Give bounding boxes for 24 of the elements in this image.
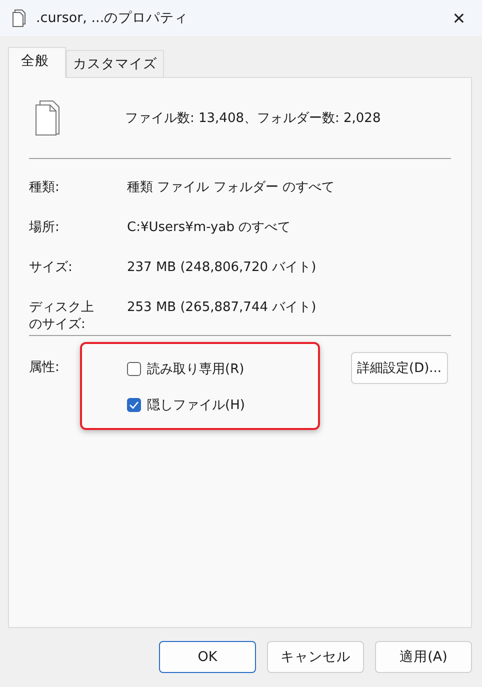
documents-icon xyxy=(35,100,61,136)
window-title: .cursor, ...のプロパティ xyxy=(36,9,190,27)
property-value: 237 MB (248,806,720 バイト) xyxy=(127,259,316,277)
checkbox[interactable]: 隠しファイル(H) xyxy=(127,396,351,414)
property-value: 253 MB (265,887,744 バイト) xyxy=(127,299,316,317)
checkbox[interactable]: 読み取り専用(R) xyxy=(127,360,351,378)
tab[interactable]: 全般 xyxy=(8,47,66,78)
checkbox-square[interactable] xyxy=(127,362,141,376)
property-value: 種類 ファイル フォルダー のすべて xyxy=(127,179,334,197)
property-label: 場所: xyxy=(29,219,60,236)
property-label: 種類: xyxy=(29,179,60,196)
file-count-text: ファイル数: 13,408、フォルダー数: 2,028 xyxy=(125,110,381,127)
tab[interactable]: カスタマイズ xyxy=(66,50,164,77)
dialog-button[interactable]: キャンセル xyxy=(267,641,364,673)
attributes-label: 属性: xyxy=(29,359,60,377)
property-value: C:¥Users¥m-yab のすべて xyxy=(127,219,291,237)
property-label: サイズ: xyxy=(29,259,72,276)
close-button[interactable]: ✕ xyxy=(436,0,482,36)
property-label: ディスク上のサイズ: xyxy=(29,299,95,333)
advanced-button[interactable]: 詳細設定(D)... xyxy=(351,352,448,384)
dialog-button[interactable]: 適用(A) xyxy=(375,641,472,673)
checkbox-square[interactable] xyxy=(127,398,141,412)
document-icon xyxy=(12,9,26,27)
dialog-button[interactable]: OK xyxy=(159,641,256,673)
